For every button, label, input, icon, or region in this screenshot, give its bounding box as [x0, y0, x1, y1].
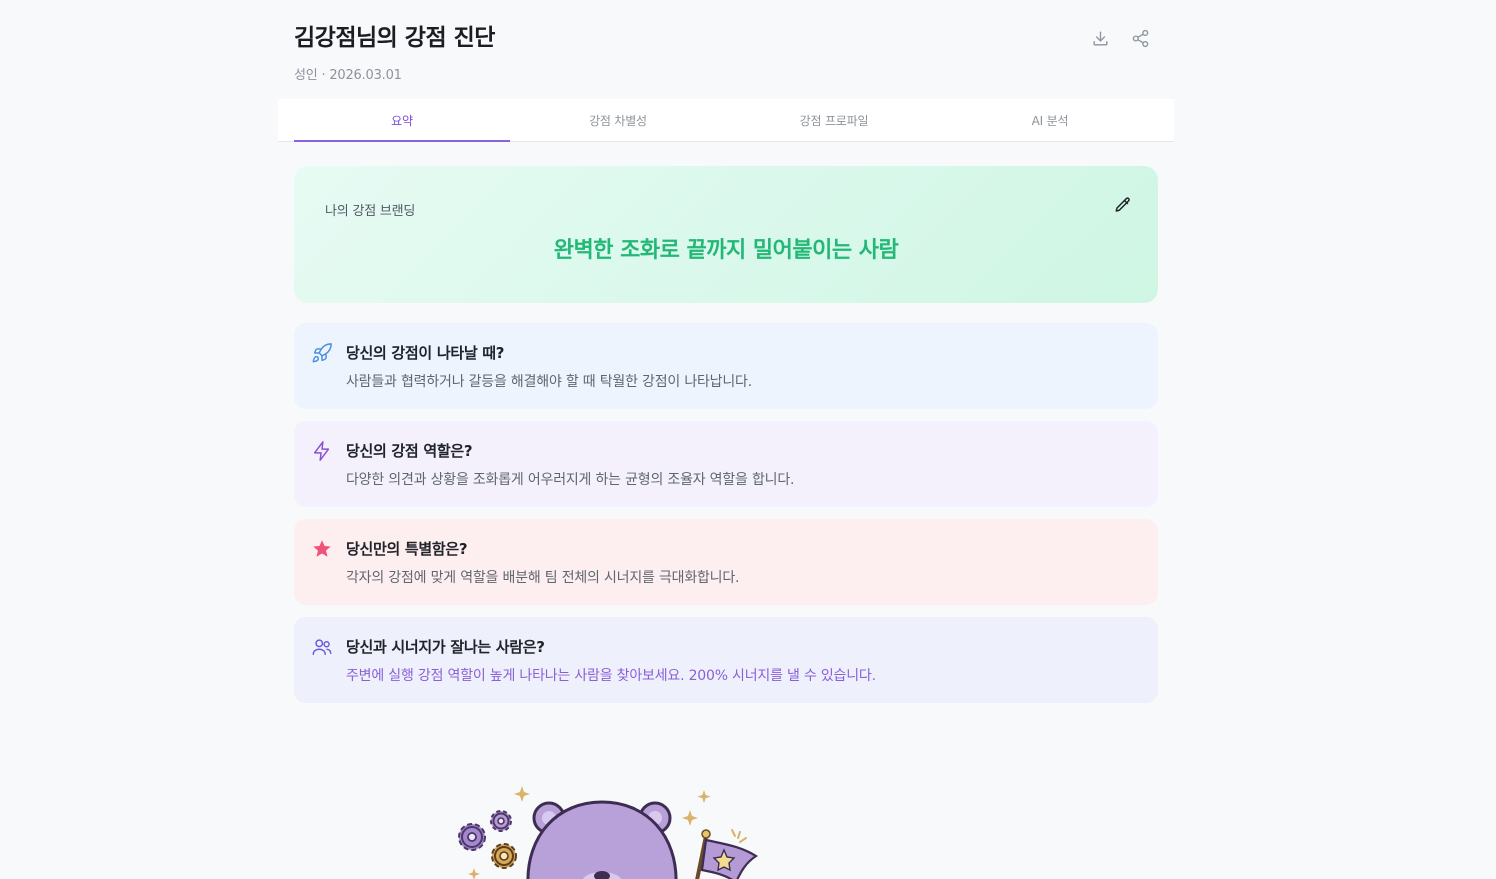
- gear-icon: [490, 810, 512, 832]
- flag-icon: [695, 829, 759, 879]
- page-meta: 성인 · 2026.03.01: [294, 68, 402, 83]
- card-answer: 사람들과 협력하거나 갈등을 해결해야 할 때 탁월한 강점이 나타납니다.: [346, 374, 752, 390]
- tab-summary[interactable]: 요약: [294, 99, 510, 142]
- uniqueness-card: 당신만의 특별함은? 각자의 강점에 맞게 역할을 배분해 팀 전체의 시너지를…: [294, 519, 1158, 605]
- gear-icon: [491, 843, 517, 869]
- card-answer: 각자의 강점에 맞게 역할을 배분해 팀 전체의 시너지를 극대화합니다.: [346, 570, 740, 586]
- star-icon: [311, 538, 333, 560]
- bear-icon: [526, 800, 678, 879]
- edit-branding-button[interactable]: [1114, 196, 1132, 214]
- card-question: 당신의 강점이 나타날 때?: [346, 344, 505, 362]
- download-icon: [1092, 30, 1108, 46]
- lightning-icon: [311, 440, 333, 462]
- branding-label: 나의 강점 브랜딩: [325, 204, 416, 219]
- branding-card: 나의 강점 브랜딩 완벽한 조화로 끝까지 밀어붙이는 사람: [294, 166, 1158, 303]
- card-question: 당신만의 특별함은?: [346, 540, 468, 558]
- card-question: 당신과 시너지가 잘나는 사람은?: [346, 638, 545, 656]
- tab-ai-analysis[interactable]: AI 분석: [942, 99, 1158, 141]
- gear-icon: [458, 823, 486, 851]
- strength-timing-card: 당신의 강점이 나타날 때? 사람들과 협력하거나 갈등을 해결해야 할 때 탁…: [294, 323, 1158, 409]
- synergy-card: 당신과 시너지가 잘나는 사람은? 주변에 실행 강점 역할이 높게 나타나는 …: [294, 617, 1158, 703]
- card-question: 당신의 강점 역할은?: [346, 442, 473, 460]
- rocket-icon: [311, 342, 333, 364]
- tab-bar: 요약 강점 차별성 강점 프로파일 AI 분석: [278, 99, 1174, 142]
- branding-text: 완벽한 조화로 끝까지 밀어붙이는 사람: [553, 238, 899, 263]
- page-header: 김강점님의 강점 진단 성인 · 2026.03.01: [294, 18, 1158, 83]
- share-button[interactable]: [1130, 28, 1150, 48]
- tab-strength-distinction[interactable]: 강점 차별성: [510, 99, 726, 141]
- header-actions: [1090, 28, 1150, 48]
- pencil-icon: [1115, 197, 1130, 212]
- card-answer: 주변에 실행 강점 역할이 높게 나타나는 사람을 찾아보세요. 200% 시너…: [346, 668, 876, 684]
- download-button[interactable]: [1090, 28, 1110, 48]
- bear-mascot-illustration: [440, 770, 770, 879]
- tab-strength-profile[interactable]: 강점 프로파일: [726, 99, 942, 141]
- share-icon: [1132, 29, 1148, 47]
- page-title: 김강점님의 강점 진단: [294, 25, 495, 51]
- users-icon: [311, 636, 333, 658]
- strength-role-card: 당신의 강점 역할은? 다양한 의견과 상황을 조화롭게 어우러지게 하는 균형…: [294, 421, 1158, 507]
- card-answer: 다양한 의견과 상황을 조화롭게 어우러지게 하는 균형의 조율자 역할을 합니…: [346, 472, 795, 488]
